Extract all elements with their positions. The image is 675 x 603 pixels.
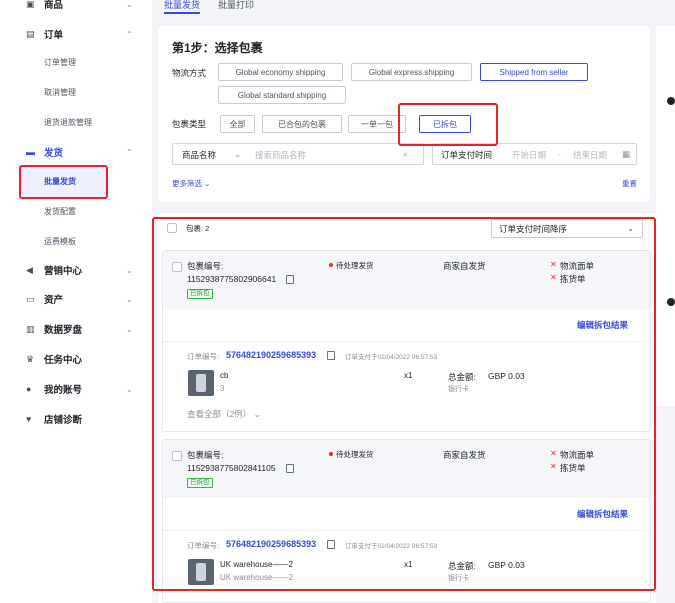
- package-type-all-chip[interactable]: 全部: [220, 115, 255, 133]
- right-panel: [656, 26, 675, 406]
- sidebar-sub-cancel-management[interactable]: 取消管理: [44, 87, 76, 98]
- sidebar-item-shop-diagnosis[interactable]: ♥ 店铺诊断: [0, 407, 152, 431]
- chevron-up-icon: ⌃: [126, 29, 133, 39]
- more-filters-link[interactable]: 更多筛选 ⌄: [172, 178, 210, 189]
- logistics-economy-chip[interactable]: Global economy shipping: [218, 63, 343, 81]
- chevron-down-icon: ⌄: [126, 0, 133, 9]
- user-icon: ●: [26, 384, 32, 394]
- chevron-down-icon: ⌄: [126, 265, 133, 275]
- search-icon[interactable]: ⌕: [403, 149, 408, 160]
- tab-bar: 批量发货 批量打印: [152, 0, 656, 16]
- logistics-seller-chip[interactable]: Shipped from seller: [480, 63, 588, 81]
- product-icon: ▣: [26, 0, 35, 9]
- chevron-down-icon: ⌄: [126, 384, 133, 394]
- reset-link[interactable]: 重置: [622, 178, 637, 189]
- chevron-down-icon: ⌄: [126, 324, 133, 334]
- sidebar: ▣ 商品 ⌄ ▤ 订单 ⌃ 订单管理 取消管理 退货退款管理 ▬ 发货 ⌃ 批量…: [0, 0, 152, 603]
- tab-batch-shipping[interactable]: 批量发货: [164, 0, 200, 11]
- sidebar-item-my-account[interactable]: ● 我的账号 ⌄: [0, 377, 152, 401]
- sidebar-item-marketing[interactable]: ◀ 营销中心 ⌄: [0, 258, 152, 282]
- date-range-field: 订单支付时间 开始日期 - 结束日期 ▦: [432, 143, 637, 165]
- product-search-field: 商品名称 ⌄ 搜索商品名称 ⌕: [172, 143, 424, 165]
- annotation-box-split-chip: [398, 103, 498, 146]
- search-row: 商品名称 ⌄ 搜索商品名称 ⌕ 订单支付时间 开始日期 - 结束日期 ▦: [172, 143, 637, 165]
- step-title: 第1步：选择包裹: [172, 41, 263, 55]
- sidebar-item-orders[interactable]: ▤ 订单 ⌃: [0, 22, 152, 46]
- wallet-icon: ▭: [26, 294, 35, 304]
- package-type-label: 包裹类型: [172, 119, 207, 129]
- trophy-icon: ♛: [26, 354, 35, 364]
- order-icon: ▤: [26, 29, 35, 39]
- step-dot-icon: [667, 97, 675, 105]
- sidebar-item-task-center[interactable]: ♛ 任务中心: [0, 347, 152, 371]
- logistics-express-chip[interactable]: Global express shipping: [351, 63, 472, 81]
- annotation-box-list: [152, 217, 656, 591]
- chevron-down-icon: ⌄: [234, 149, 242, 159]
- end-date-input[interactable]: 结束日期: [573, 149, 607, 161]
- date-separator: -: [558, 149, 561, 159]
- chevron-down-icon: ⌄: [204, 179, 211, 188]
- search-input[interactable]: 搜索商品名称: [255, 149, 306, 161]
- sidebar-sub-return-refund[interactable]: 退货退款管理: [44, 117, 92, 128]
- tab-batch-print[interactable]: 批量打印: [218, 0, 254, 11]
- sidebar-item-products[interactable]: ▣ 商品 ⌄: [0, 0, 152, 16]
- tab-underline: [164, 12, 200, 14]
- logistics-label: 物流方式: [172, 68, 207, 78]
- calendar-icon[interactable]: ▦: [622, 149, 630, 160]
- annotation-box-sidebar: [19, 165, 108, 199]
- sidebar-item-assets[interactable]: ▭ 资产 ⌄: [0, 287, 152, 311]
- sidebar-sub-order-management[interactable]: 订单管理: [44, 57, 76, 68]
- shop-health-icon: ♥: [26, 414, 32, 424]
- step-dot-icon: [667, 298, 675, 306]
- package-type-merged-chip[interactable]: 已合包的包裹: [262, 115, 342, 133]
- shipping-icon: ▬: [26, 147, 35, 157]
- chevron-up-icon: ⌃: [126, 147, 133, 157]
- sidebar-sub-shipping-config[interactable]: 发货配置: [44, 206, 76, 217]
- sidebar-item-shipping[interactable]: ▬ 发货 ⌃: [0, 140, 152, 164]
- product-select[interactable]: 商品名称: [182, 149, 216, 161]
- bar-chart-icon: ▥: [26, 324, 35, 334]
- sidebar-sub-freight-template[interactable]: 运费模板: [44, 236, 76, 247]
- logistics-standard-chip[interactable]: Global standard shipping: [218, 86, 346, 104]
- sidebar-item-data-compass[interactable]: ▥ 数据罗盘 ⌄: [0, 317, 152, 341]
- date-label: 订单支付时间: [441, 150, 493, 160]
- chevron-down-icon: ⌄: [126, 294, 133, 304]
- start-date-input[interactable]: 开始日期: [512, 149, 546, 161]
- megaphone-icon: ◀: [26, 265, 33, 275]
